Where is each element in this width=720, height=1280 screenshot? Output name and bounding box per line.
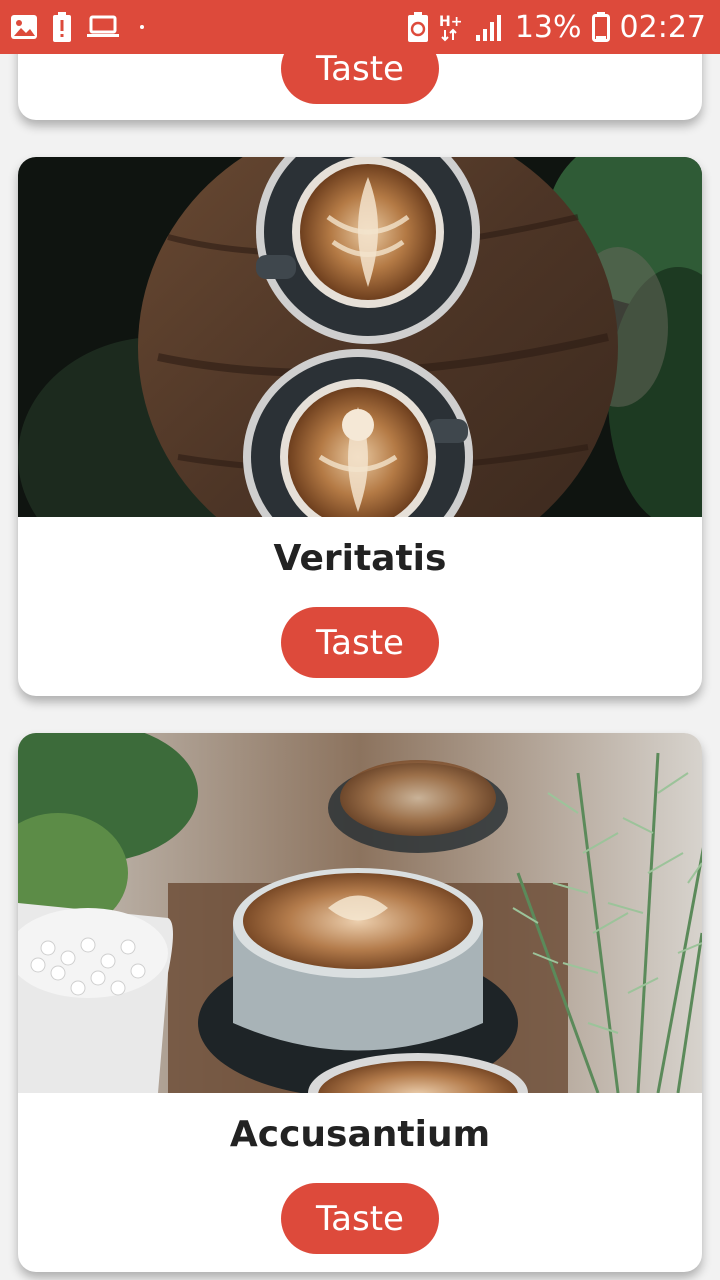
taste-button[interactable]: Taste bbox=[281, 1183, 439, 1254]
battery-percent: 13% bbox=[514, 9, 582, 45]
laptop-icon bbox=[87, 15, 119, 37]
battery-alert-icon bbox=[53, 12, 71, 42]
coffee-card: Veritatis Taste bbox=[18, 157, 702, 696]
battery-icon bbox=[591, 12, 610, 42]
coffee-photo bbox=[18, 733, 702, 1093]
notification-dot-icon bbox=[140, 25, 144, 29]
card-title: Accusantium bbox=[229, 1114, 491, 1155]
status-time: 02:27 bbox=[619, 9, 706, 45]
gallery-icon bbox=[11, 15, 37, 39]
status-bar: H+ 13% 02:27 bbox=[0, 0, 720, 54]
svg-text:H+: H+ bbox=[439, 14, 462, 30]
coffee-photo bbox=[18, 157, 702, 517]
network-type-icon: H+ bbox=[439, 14, 462, 42]
taste-button[interactable]: Taste bbox=[281, 607, 439, 678]
signal-icon bbox=[475, 15, 501, 41]
status-bar-right: H+ 13% 02:27 bbox=[407, 10, 706, 45]
status-bar-left bbox=[10, 12, 144, 42]
card-title: Veritatis bbox=[273, 538, 447, 579]
battery-saver-icon bbox=[407, 12, 428, 42]
coffee-card: Accusantium Taste bbox=[18, 733, 702, 1272]
